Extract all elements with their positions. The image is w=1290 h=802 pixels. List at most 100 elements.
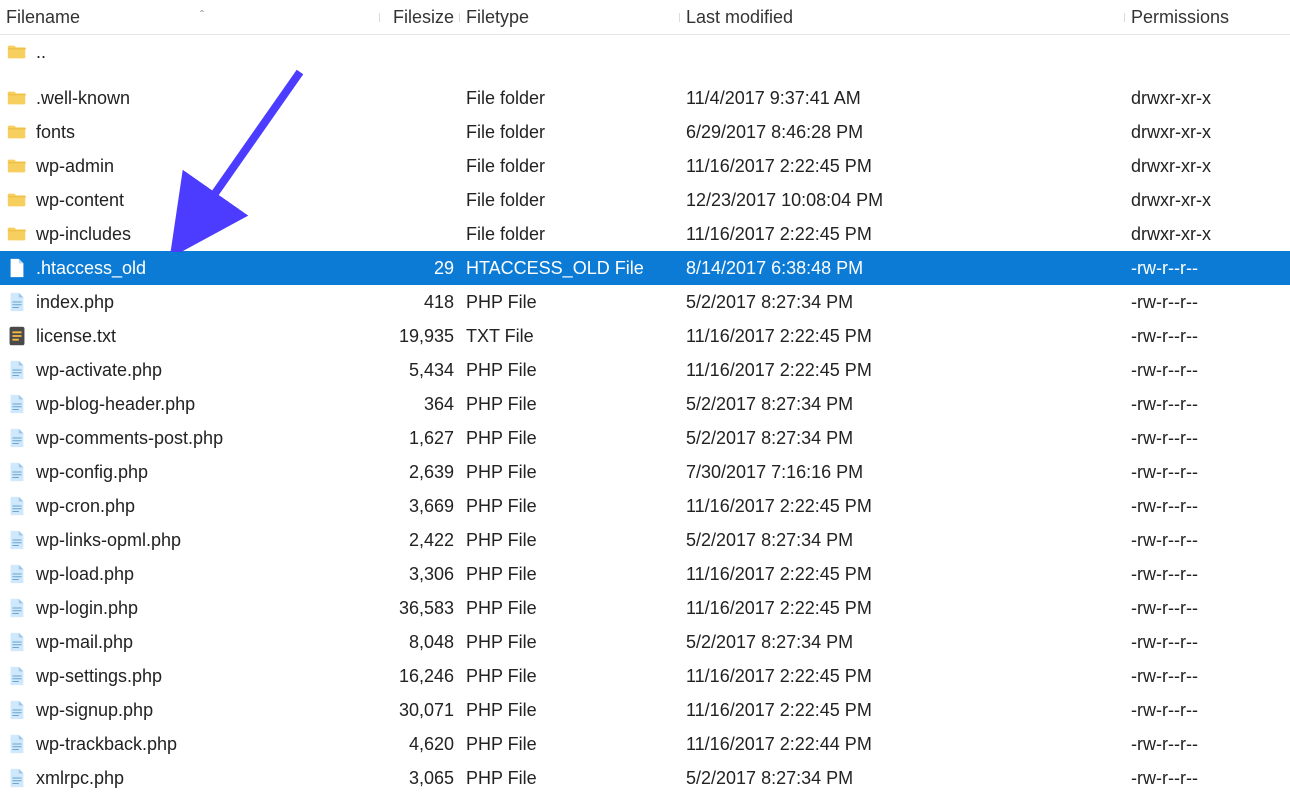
table-row[interactable]: wp-contentFile folder12/23/2017 10:08:04…: [0, 183, 1290, 217]
cell-filesize: 2,639: [380, 462, 460, 483]
column-label: Filetype: [466, 7, 529, 27]
cell-permissions: -rw-r--r--: [1125, 292, 1290, 313]
php-icon: [6, 699, 28, 721]
cell-modified: 5/2/2017 8:27:34 PM: [680, 530, 1125, 551]
column-header-permissions[interactable]: Permissions: [1125, 7, 1290, 28]
table-row[interactable]: wp-cron.php3,669PHP File11/16/2017 2:22:…: [0, 489, 1290, 523]
column-label: Filesize: [393, 7, 454, 27]
cell-filename[interactable]: wp-load.php: [0, 563, 380, 585]
cell-modified: 11/16/2017 2:22:45 PM: [680, 224, 1125, 245]
table-row[interactable]: wp-activate.php5,434PHP File11/16/2017 2…: [0, 353, 1290, 387]
cell-permissions: -rw-r--r--: [1125, 462, 1290, 483]
table-row[interactable]: .well-knownFile folder11/4/2017 9:37:41 …: [0, 81, 1290, 115]
table-row[interactable]: wp-comments-post.php1,627PHP File5/2/201…: [0, 421, 1290, 455]
column-header-filesize[interactable]: Filesize: [380, 7, 460, 28]
cell-filename[interactable]: wp-mail.php: [0, 631, 380, 653]
filename-label: ..: [36, 42, 374, 63]
cell-filename[interactable]: ..: [0, 41, 380, 63]
sort-indicator-icon: ˆ: [200, 8, 204, 22]
table-row[interactable]: license.txt19,935TXT File11/16/2017 2:22…: [0, 319, 1290, 353]
cell-filetype: File folder: [460, 122, 680, 143]
cell-filename[interactable]: wp-config.php: [0, 461, 380, 483]
cell-filename[interactable]: wp-signup.php: [0, 699, 380, 721]
cell-permissions: -rw-r--r--: [1125, 428, 1290, 449]
cell-modified: 11/16/2017 2:22:44 PM: [680, 734, 1125, 755]
php-icon: [6, 733, 28, 755]
table-row[interactable]: wp-load.php3,306PHP File11/16/2017 2:22:…: [0, 557, 1290, 591]
cell-filesize: 418: [380, 292, 460, 313]
filename-label: index.php: [36, 292, 374, 313]
cell-filetype: PHP File: [460, 496, 680, 517]
table-row[interactable]: wp-login.php36,583PHP File11/16/2017 2:2…: [0, 591, 1290, 625]
table-row[interactable]: wp-adminFile folder11/16/2017 2:22:45 PM…: [0, 149, 1290, 183]
filename-label: wp-includes: [36, 224, 374, 245]
cell-filename[interactable]: wp-links-opml.php: [0, 529, 380, 551]
cell-filesize: 5,434: [380, 360, 460, 381]
column-header-filename[interactable]: Filename ˆ: [0, 7, 380, 28]
cell-filetype: File folder: [460, 224, 680, 245]
cell-filesize: 3,306: [380, 564, 460, 585]
cell-filename[interactable]: license.txt: [0, 325, 380, 347]
table-row[interactable]: fontsFile folder6/29/2017 8:46:28 PMdrwx…: [0, 115, 1290, 149]
column-header-filetype[interactable]: Filetype: [460, 7, 680, 28]
table-row[interactable]: ..: [0, 35, 1290, 69]
table-row[interactable]: wp-config.php2,639PHP File7/30/2017 7:16…: [0, 455, 1290, 489]
table-row[interactable]: xmlrpc.php3,065PHP File5/2/2017 8:27:34 …: [0, 761, 1290, 795]
php-icon: [6, 597, 28, 619]
php-icon: [6, 393, 28, 415]
cell-modified: 5/2/2017 8:27:34 PM: [680, 292, 1125, 313]
cell-filename[interactable]: wp-content: [0, 189, 380, 211]
table-row[interactable]: wp-blog-header.php364PHP File5/2/2017 8:…: [0, 387, 1290, 421]
cell-filetype: HTACCESS_OLD File: [460, 258, 680, 279]
cell-filename[interactable]: .htaccess_old: [0, 257, 380, 279]
folder-icon: [6, 41, 28, 63]
cell-modified: 11/16/2017 2:22:45 PM: [680, 326, 1125, 347]
table-row[interactable]: wp-trackback.php4,620PHP File11/16/2017 …: [0, 727, 1290, 761]
cell-filesize: 36,583: [380, 598, 460, 619]
cell-filename[interactable]: wp-comments-post.php: [0, 427, 380, 449]
filename-label: wp-cron.php: [36, 496, 374, 517]
cell-modified: 6/29/2017 8:46:28 PM: [680, 122, 1125, 143]
table-row[interactable]: wp-settings.php16,246PHP File11/16/2017 …: [0, 659, 1290, 693]
table-row[interactable]: index.php418PHP File5/2/2017 8:27:34 PM-…: [0, 285, 1290, 319]
cell-filename[interactable]: wp-cron.php: [0, 495, 380, 517]
cell-filename[interactable]: index.php: [0, 291, 380, 313]
table-row[interactable]: wp-links-opml.php2,422PHP File5/2/2017 8…: [0, 523, 1290, 557]
cell-filename[interactable]: wp-login.php: [0, 597, 380, 619]
filename-label: wp-trackback.php: [36, 734, 374, 755]
filename-label: wp-links-opml.php: [36, 530, 374, 551]
cell-filename[interactable]: xmlrpc.php: [0, 767, 380, 789]
file-list-panel: Filename ˆ Filesize Filetype Last modifi…: [0, 0, 1290, 795]
cell-filename[interactable]: wp-trackback.php: [0, 733, 380, 755]
php-icon: [6, 767, 28, 789]
cell-filename[interactable]: .well-known: [0, 87, 380, 109]
cell-filesize: 4,620: [380, 734, 460, 755]
table-row[interactable]: wp-includes File folder11/16/2017 2:22:45…: [0, 217, 1290, 251]
cell-filename[interactable]: fonts: [0, 121, 380, 143]
cell-modified: 12/23/2017 10:08:04 PM: [680, 190, 1125, 211]
cell-filesize: 364: [380, 394, 460, 415]
php-icon: [6, 563, 28, 585]
table-row[interactable]: wp-mail.php8,048PHP File5/2/2017 8:27:34…: [0, 625, 1290, 659]
table-row[interactable]: .htaccess_old29HTACCESS_OLD File8/14/201…: [0, 251, 1290, 285]
cell-filename[interactable]: wp-settings.php: [0, 665, 380, 687]
cell-filetype: PHP File: [460, 360, 680, 381]
cell-filename[interactable]: wp-includes: [0, 223, 380, 245]
php-icon: [6, 495, 28, 517]
cell-filesize: 16,246: [380, 666, 460, 687]
cell-filename[interactable]: wp-admin: [0, 155, 380, 177]
filename-label: wp-admin: [36, 156, 374, 177]
filename-label: xmlrpc.php: [36, 768, 374, 789]
cell-filesize: 29: [380, 258, 460, 279]
column-header-modified[interactable]: Last modified: [680, 7, 1125, 28]
folder-icon: [6, 223, 28, 245]
cell-filename[interactable]: wp-blog-header.php: [0, 393, 380, 415]
table-row[interactable]: wp-signup.php30,071PHP File11/16/2017 2:…: [0, 693, 1290, 727]
file-sel-icon: [6, 257, 28, 279]
column-label: Permissions: [1131, 7, 1229, 27]
cell-filename[interactable]: wp-activate.php: [0, 359, 380, 381]
cell-permissions: -rw-r--r--: [1125, 734, 1290, 755]
cell-permissions: -rw-r--r--: [1125, 394, 1290, 415]
cell-permissions: -rw-r--r--: [1125, 632, 1290, 653]
row-spacer: [0, 69, 1290, 81]
